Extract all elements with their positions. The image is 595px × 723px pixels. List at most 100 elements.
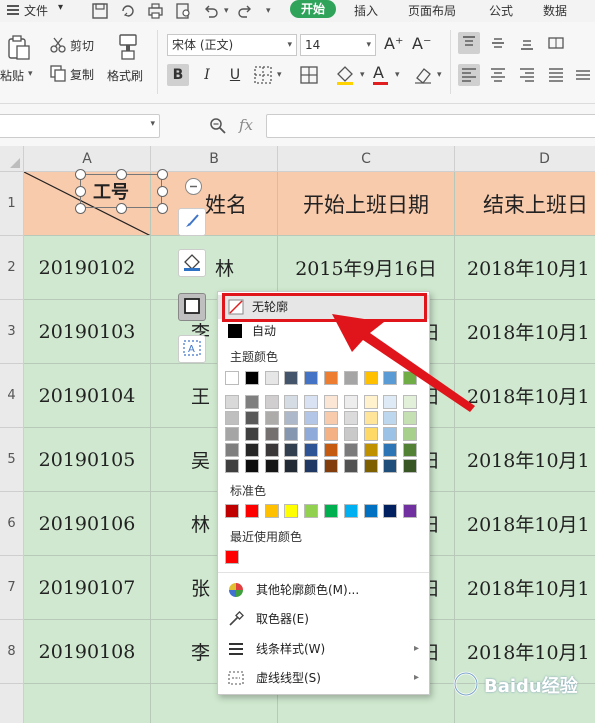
table-cell[interactable]: 20190108 [24, 620, 151, 684]
theme-shade-swatch[interactable] [383, 443, 398, 457]
zoom-icon[interactable] [209, 117, 227, 138]
fx-button[interactable]: fx [239, 116, 253, 134]
merge-center-icon[interactable] [545, 32, 567, 54]
theme-shade-swatch[interactable] [324, 459, 338, 473]
theme-shade-swatch[interactable] [264, 395, 279, 409]
recent-color-swatch[interactable] [225, 550, 239, 564]
standard-color-swatch[interactable] [284, 504, 299, 518]
theme-shade-swatch[interactable] [284, 459, 299, 473]
theme-shade-swatch[interactable] [324, 443, 338, 457]
table-cell[interactable]: 20190102 [24, 236, 151, 300]
table-cell[interactable]: 2018年10月1 [455, 428, 595, 492]
resize-handle[interactable] [157, 203, 168, 214]
tab-insert[interactable]: 插入 [354, 2, 378, 19]
tab-data[interactable]: 数据 [543, 2, 567, 19]
row-header[interactable]: 7 [0, 556, 24, 620]
table-cell[interactable]: 2018年10月1 [455, 556, 595, 620]
resize-handle[interactable] [157, 169, 168, 180]
eraser-icon[interactable] [412, 64, 434, 89]
resize-handle[interactable] [157, 186, 168, 197]
standard-color-swatch[interactable] [383, 504, 398, 518]
cell-b1[interactable]: 姓名 [151, 172, 278, 236]
quick-access-dropdown-icon[interactable]: ▾ [266, 6, 271, 16]
theme-shade-swatch[interactable] [264, 459, 279, 473]
clear-dropdown-icon[interactable]: ▾ [437, 70, 442, 80]
theme-shade-swatch[interactable] [343, 443, 358, 457]
table-cell[interactable]: 20190107 [24, 556, 151, 620]
theme-color-swatch[interactable] [244, 371, 259, 385]
tab-start[interactable]: 开始 [290, 0, 336, 18]
tab-formulas[interactable]: 公式 [489, 2, 513, 19]
bold-button[interactable]: B [167, 64, 189, 86]
theme-shade-swatch[interactable] [225, 395, 239, 409]
fill-color-icon[interactable] [334, 64, 356, 89]
theme-shade-swatch[interactable] [363, 443, 378, 457]
paste-dropdown-icon[interactable]: ▾ [28, 69, 33, 79]
theme-shade-swatch[interactable] [304, 427, 319, 441]
resize-handle[interactable] [116, 203, 127, 214]
row-header[interactable]: 6 [0, 492, 24, 556]
align-left-icon[interactable] [458, 64, 480, 86]
standard-color-swatch[interactable] [403, 504, 418, 518]
theme-shade-swatch[interactable] [264, 411, 279, 425]
theme-color-swatch[interactable] [264, 371, 279, 385]
theme-shade-swatch[interactable] [284, 443, 299, 457]
table-cell[interactable]: 2018年10月1 [455, 236, 595, 300]
tab-page-layout[interactable]: 页面布局 [408, 2, 456, 19]
font-color-dropdown-icon[interactable]: ▾ [395, 70, 400, 80]
cell-d1[interactable]: 结束上班日 [455, 172, 595, 236]
standard-color-swatch[interactable] [304, 504, 319, 518]
standard-color-swatch[interactable] [324, 504, 338, 518]
row-header[interactable]: 5 [0, 428, 24, 492]
theme-shade-swatch[interactable] [244, 443, 259, 457]
sync-icon[interactable] [120, 3, 136, 22]
print-icon[interactable] [147, 3, 164, 22]
theme-shade-swatch[interactable] [244, 427, 259, 441]
menu-item-line-style[interactable]: 线条样式(W) ▸ [218, 637, 429, 661]
underline-button[interactable]: U [224, 64, 246, 86]
fill-color-dropdown-icon[interactable]: ▾ [360, 70, 365, 80]
theme-color-swatch[interactable] [284, 371, 299, 385]
copy-button[interactable]: 复制 [70, 66, 94, 83]
column-header-c[interactable]: C [278, 146, 455, 172]
standard-color-swatch[interactable] [264, 504, 279, 518]
theme-shade-swatch[interactable] [264, 443, 279, 457]
text-box-style-button[interactable]: A [178, 335, 206, 363]
align-right-icon[interactable] [516, 64, 538, 86]
theme-shade-swatch[interactable] [363, 459, 378, 473]
theme-shade-swatch[interactable] [304, 459, 319, 473]
resize-handle[interactable] [116, 169, 127, 180]
standard-color-swatch[interactable] [225, 504, 239, 518]
border-icon[interactable] [252, 64, 274, 89]
theme-shade-swatch[interactable] [343, 459, 358, 473]
theme-shade-swatch[interactable] [225, 411, 239, 425]
paste-icon[interactable] [5, 34, 31, 60]
row-header[interactable]: 4 [0, 364, 24, 428]
theme-shade-swatch[interactable] [284, 395, 299, 409]
theme-shade-swatch[interactable] [225, 427, 239, 441]
theme-shade-swatch[interactable] [244, 411, 259, 425]
row-header[interactable] [0, 684, 24, 723]
theme-shade-swatch[interactable] [304, 443, 319, 457]
format-painter-button[interactable]: 格式刷 [107, 67, 143, 84]
row-header[interactable]: 8 [0, 620, 24, 684]
undo-icon[interactable] [203, 3, 219, 22]
row-header[interactable]: 1 [0, 172, 24, 236]
shape-outline-button[interactable] [178, 293, 206, 321]
italic-button[interactable]: I [196, 64, 218, 86]
select-all-corner[interactable] [0, 146, 24, 172]
standard-color-swatch[interactable] [244, 504, 259, 518]
theme-shade-swatch[interactable] [403, 443, 418, 457]
collapse-icon[interactable] [185, 178, 202, 195]
chevron-down-icon[interactable]: ▾ [58, 2, 63, 13]
align-top-icon[interactable] [458, 32, 480, 54]
align-bottom-icon[interactable] [516, 32, 538, 54]
menu-item-eyedropper[interactable]: 取色器(E) [218, 607, 429, 631]
paste-button[interactable]: 粘贴 [0, 67, 24, 84]
standard-color-swatch[interactable] [343, 504, 358, 518]
undo-dropdown-icon[interactable]: ▾ [224, 6, 229, 16]
shape-fill-button[interactable] [178, 249, 206, 277]
theme-shade-swatch[interactable] [403, 427, 418, 441]
resize-handle[interactable] [75, 169, 86, 180]
standard-color-swatch[interactable] [363, 504, 378, 518]
